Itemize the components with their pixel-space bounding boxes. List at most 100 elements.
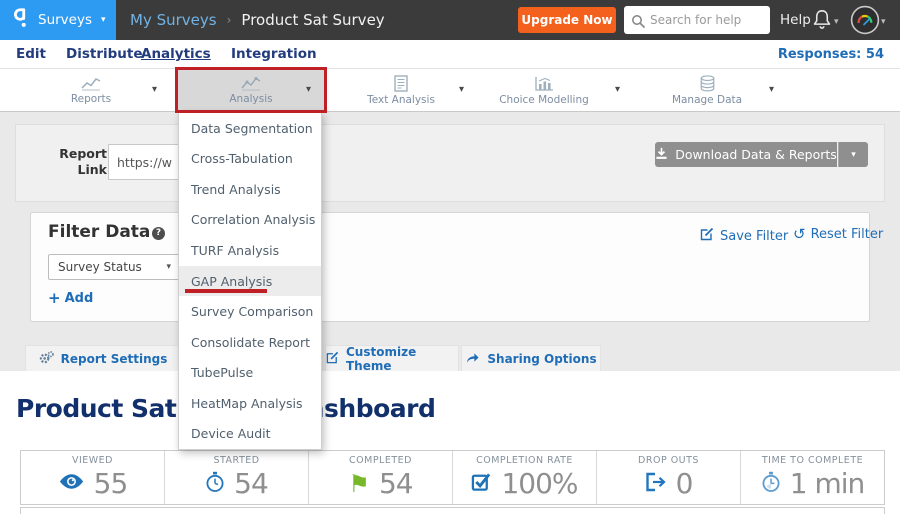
gear-icon xyxy=(39,351,54,367)
stat-drop-outs-value: 0 xyxy=(676,467,693,500)
reports-dropdown-caret[interactable]: ▾ xyxy=(152,84,157,95)
toolbar-choice-modelling-button[interactable]: Choice Modelling xyxy=(470,69,618,112)
analysis-dropdown-caret[interactable]: ▾ xyxy=(306,84,311,95)
tab-sharing-options[interactable]: Sharing Options xyxy=(461,345,601,371)
upgrade-now-button[interactable]: Upgrade Now xyxy=(518,7,616,33)
manage-data-dropdown-caret[interactable]: ▾ xyxy=(769,84,774,95)
add-filter-button[interactable]: + Add xyxy=(48,289,93,307)
reset-filter-label: Reset Filter xyxy=(811,227,884,242)
tab-customize-theme-label: Customize Theme xyxy=(346,345,458,373)
menu-item-trend-analysis[interactable]: Trend Analysis xyxy=(179,174,321,205)
menu-item-device-audit[interactable]: Device Audit xyxy=(179,418,321,449)
bell-chevron-icon[interactable]: ▾ xyxy=(834,17,839,27)
scatter-chart-icon xyxy=(240,76,262,91)
breadcrumb-separator: › xyxy=(227,13,232,27)
menu-item-survey-comparison[interactable]: Survey Comparison xyxy=(179,296,321,327)
top-bar: Surveys ▾ My Surveys › Product Sat Surve… xyxy=(0,0,900,40)
toolbar-analysis-label: Analysis xyxy=(229,93,272,105)
toolbar-analysis-button[interactable]: Analysis xyxy=(176,69,326,112)
help-search-box xyxy=(624,6,770,34)
avatar-chevron-icon[interactable]: ▾ xyxy=(881,17,886,27)
reset-filter-button[interactable]: ↺ Reset Filter xyxy=(793,227,883,242)
download-icon xyxy=(655,147,668,163)
line-chart-icon xyxy=(80,76,102,91)
toolbar-text-analysis-button[interactable]: Text Analysis xyxy=(330,69,472,112)
tab-customize-theme[interactable]: Customize Theme xyxy=(325,345,459,371)
notifications-bell-icon[interactable] xyxy=(812,8,832,34)
stat-viewed: VIEWED 55 xyxy=(21,451,165,504)
eye-icon xyxy=(58,473,85,494)
filter-help-icon[interactable]: ? xyxy=(152,227,165,240)
checkbox-check-icon xyxy=(471,471,492,496)
stat-drop-outs-label: DROP OUTS xyxy=(638,455,699,466)
breadcrumb: My Surveys › Product Sat Survey xyxy=(130,0,385,40)
document-icon xyxy=(394,75,408,92)
search-icon xyxy=(631,13,645,32)
stat-time-to-complete-value: 1 min xyxy=(790,467,865,500)
chevron-down-icon: ▾ xyxy=(101,15,106,25)
nav-tab-edit[interactable]: Edit xyxy=(16,46,46,62)
tab-report-settings[interactable]: Report Settings xyxy=(25,345,181,371)
exit-arrow-icon xyxy=(645,472,667,496)
stat-viewed-value: 55 xyxy=(94,467,128,500)
menu-item-consolidate-report[interactable]: Consolidate Report xyxy=(179,327,321,358)
menu-item-heatmap-analysis[interactable]: HeatMap Analysis xyxy=(179,388,321,419)
user-avatar[interactable] xyxy=(850,5,880,39)
questionpro-logo-icon xyxy=(12,7,29,33)
toolbar-reports-button[interactable]: Reports xyxy=(16,69,166,112)
menu-item-tubepulse[interactable]: TubePulse xyxy=(179,357,321,388)
survey-status-value: Survey Status xyxy=(58,260,142,274)
save-filter-button[interactable]: Save Filter xyxy=(700,227,788,245)
add-filter-label: Add xyxy=(65,291,94,306)
responses-count[interactable]: Responses: 54 xyxy=(778,47,884,62)
survey-status-select[interactable]: Survey Status ▾ xyxy=(48,254,180,280)
menu-item-data-segmentation[interactable]: Data Segmentation xyxy=(179,113,321,144)
plus-icon: + xyxy=(48,289,61,307)
toolbar-manage-data-label: Manage Data xyxy=(672,94,742,106)
share-arrow-icon xyxy=(465,351,480,367)
menu-item-turf-analysis[interactable]: TURF Analysis xyxy=(179,235,321,266)
stopwatch-icon xyxy=(205,471,225,497)
stat-viewed-label: VIEWED xyxy=(72,455,113,466)
stat-drop-outs: DROP OUTS 0 xyxy=(597,451,741,504)
surveys-menu-label: Surveys xyxy=(38,12,92,28)
save-filter-label: Save Filter xyxy=(720,229,788,244)
survey-stats-bar: VIEWED 55 STARTED 54 COMPLETED ⚑ 54 xyxy=(20,450,885,505)
stat-completed: COMPLETED ⚑ 54 xyxy=(309,451,453,504)
questionpro-app: Surveys ▾ My Surveys › Product Sat Surve… xyxy=(0,0,900,514)
nav-tab-analytics[interactable]: Analytics xyxy=(141,46,211,62)
edit-pencil-icon xyxy=(700,227,714,245)
nav-tab-distribute[interactable]: Distribute xyxy=(66,46,143,62)
select-caret-icon: ▾ xyxy=(166,262,171,272)
choice-modelling-dropdown-caret[interactable]: ▾ xyxy=(615,84,620,95)
timer-icon xyxy=(761,471,781,497)
download-data-reports-button[interactable]: Download Data & Reports xyxy=(655,142,837,167)
customize-pencil-icon xyxy=(326,351,339,367)
database-icon xyxy=(699,75,716,92)
text-analysis-dropdown-caret[interactable]: ▾ xyxy=(459,84,464,95)
help-link[interactable]: Help xyxy=(780,12,811,28)
bar-chart-icon xyxy=(533,76,555,92)
filter-data-title: Filter Data xyxy=(48,222,150,242)
stat-started-label: STARTED xyxy=(213,455,259,466)
gap-analysis-red-underline-annotation xyxy=(185,289,267,293)
tab-report-settings-label: Report Settings xyxy=(61,352,168,366)
stat-completion-rate-label: COMPLETION RATE xyxy=(476,455,573,466)
menu-item-gap-analysis-label: GAP Analysis xyxy=(191,274,272,289)
nav-tab-integration[interactable]: Integration xyxy=(231,46,317,62)
menu-item-gap-analysis[interactable]: GAP Analysis xyxy=(179,266,321,297)
download-button-label: Download Data & Reports xyxy=(675,147,837,162)
menu-item-cross-tabulation[interactable]: Cross-Tabulation xyxy=(179,144,321,175)
stat-started-value: 54 xyxy=(234,467,268,500)
download-options-caret-button[interactable]: ▾ xyxy=(838,142,868,167)
stat-started: STARTED 54 xyxy=(165,451,309,504)
menu-item-correlation-analysis[interactable]: Correlation Analysis xyxy=(179,205,321,236)
report-link-label: Report Link xyxy=(55,146,107,179)
stat-time-to-complete: TIME TO COMPLETE 1 min xyxy=(741,451,884,504)
toolbar-manage-data-button[interactable]: Manage Data xyxy=(636,69,778,112)
surveys-product-menu[interactable]: Surveys ▾ xyxy=(0,0,116,40)
search-input[interactable] xyxy=(650,6,768,34)
breadcrumb-my-surveys[interactable]: My Surveys xyxy=(130,11,217,29)
stat-completed-value: 54 xyxy=(379,467,413,500)
breadcrumb-current-survey: Product Sat Survey xyxy=(241,11,384,29)
